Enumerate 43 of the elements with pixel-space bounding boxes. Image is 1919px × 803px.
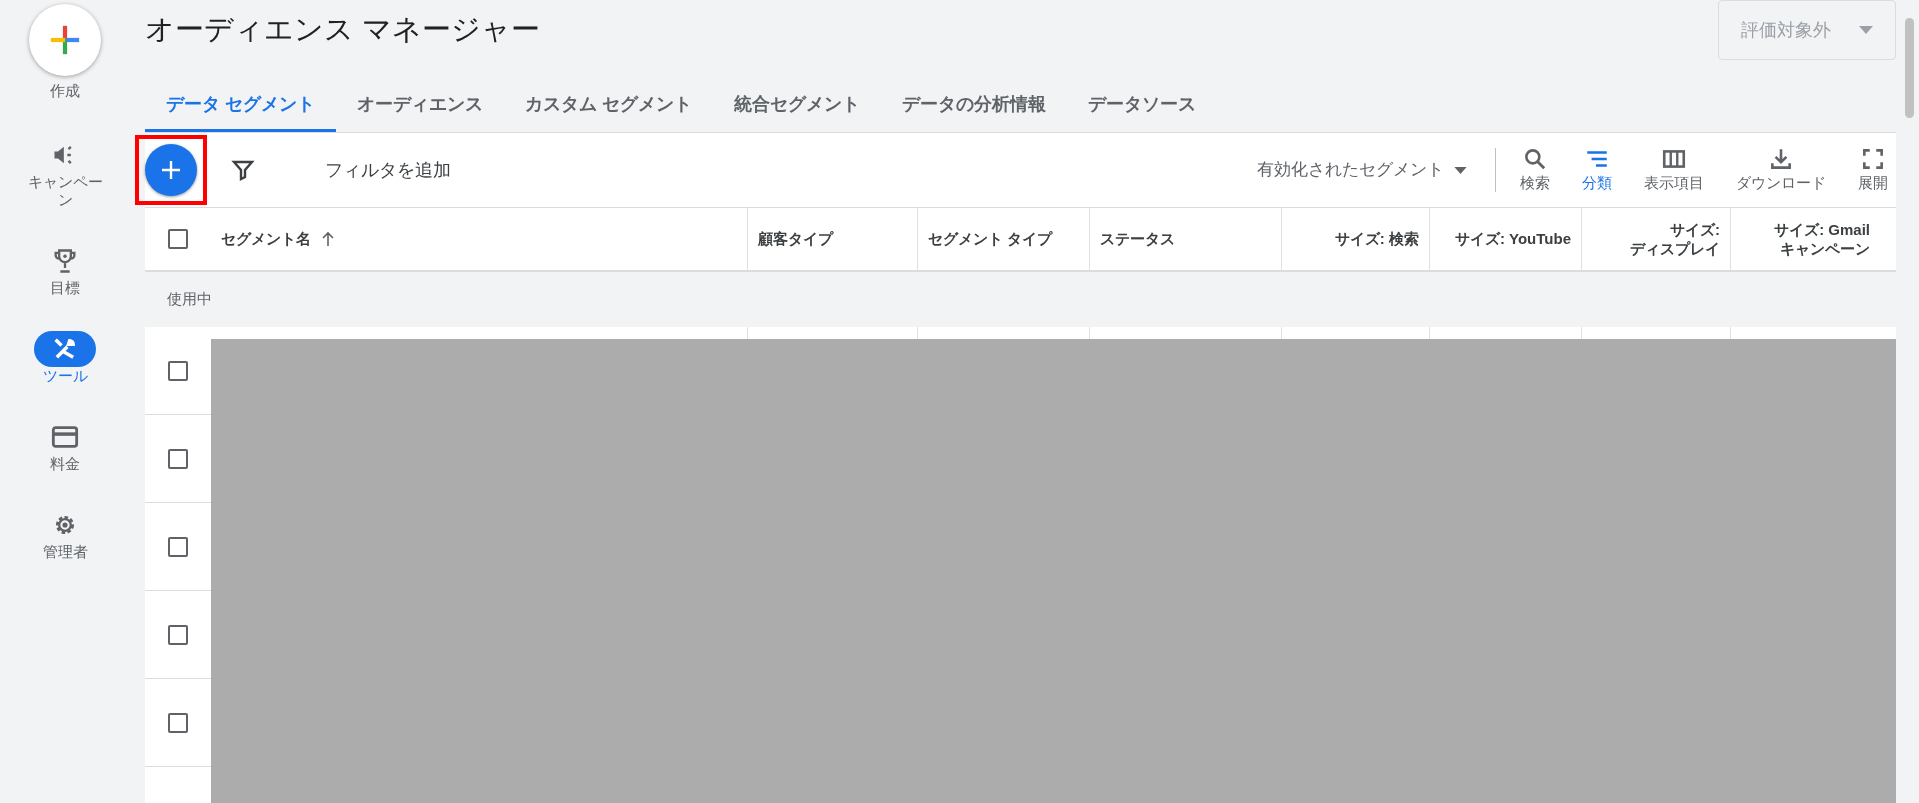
- column-header[interactable]: サイズ: Gmail キャンペーン: [1741, 219, 1870, 259]
- column-header[interactable]: サイズ: YouTube: [1454, 229, 1571, 249]
- row-checkbox[interactable]: [168, 360, 188, 381]
- segment-filter-dropdown[interactable]: 有効化されたセグメント: [1251, 148, 1496, 192]
- row-checkbox[interactable]: [168, 536, 188, 557]
- toolbar-button[interactable]: 分類: [1574, 145, 1620, 195]
- tab[interactable]: データソース: [1067, 80, 1218, 132]
- column-header[interactable]: セグメント名: [221, 229, 335, 249]
- column-header[interactable]: ステータス: [1100, 229, 1175, 249]
- tab[interactable]: データの分析情報: [881, 80, 1068, 132]
- toolbar-button[interactable]: 展開: [1850, 145, 1896, 195]
- sidebar-item[interactable]: キャンペーン: [10, 136, 120, 209]
- tab[interactable]: 統合セグメント: [713, 80, 882, 132]
- column-header[interactable]: サイズ: ディスプレイ: [1592, 219, 1720, 259]
- row-checkbox[interactable]: [168, 624, 188, 645]
- tab[interactable]: カスタム セグメント: [504, 80, 714, 132]
- tab[interactable]: オーディエンス: [336, 80, 504, 132]
- toolbar-button[interactable]: 表示項目: [1636, 145, 1712, 195]
- filter-icon: [231, 158, 255, 183]
- row-checkbox[interactable]: [168, 448, 188, 469]
- sort-arrow-icon: [321, 231, 335, 247]
- toolbar-button[interactable]: 検索: [1512, 145, 1558, 195]
- column-header[interactable]: 顧客タイプ: [758, 229, 833, 249]
- add-button[interactable]: [145, 144, 197, 196]
- plus-icon: [48, 23, 82, 57]
- plus-icon: [159, 158, 183, 182]
- scrollbar-thumb[interactable]: [1905, 18, 1914, 118]
- group-label: 使用中: [145, 272, 1896, 327]
- create-button[interactable]: [29, 4, 101, 76]
- column-header[interactable]: セグメント タイプ: [928, 229, 1053, 249]
- dropdown-arrow-icon: [1859, 26, 1873, 34]
- sidebar-item[interactable]: 料金: [10, 418, 120, 473]
- toolbar-button[interactable]: ダウンロード: [1728, 145, 1834, 195]
- page-title: オーディエンス マネージャー: [145, 12, 541, 47]
- select-all-checkbox[interactable]: [168, 229, 188, 249]
- create-label: 作成: [50, 81, 80, 101]
- row-checkbox[interactable]: [168, 712, 188, 733]
- sidebar-item[interactable]: 目標: [10, 242, 120, 297]
- dropdown-arrow-icon: [1454, 166, 1467, 174]
- sidebar-item[interactable]: ツール: [10, 330, 120, 385]
- column-header[interactable]: サイズ: 検索: [1334, 229, 1419, 249]
- sidebar-item[interactable]: 管理者: [10, 506, 120, 561]
- add-filter-button[interactable]: フィルタを追加: [319, 155, 457, 185]
